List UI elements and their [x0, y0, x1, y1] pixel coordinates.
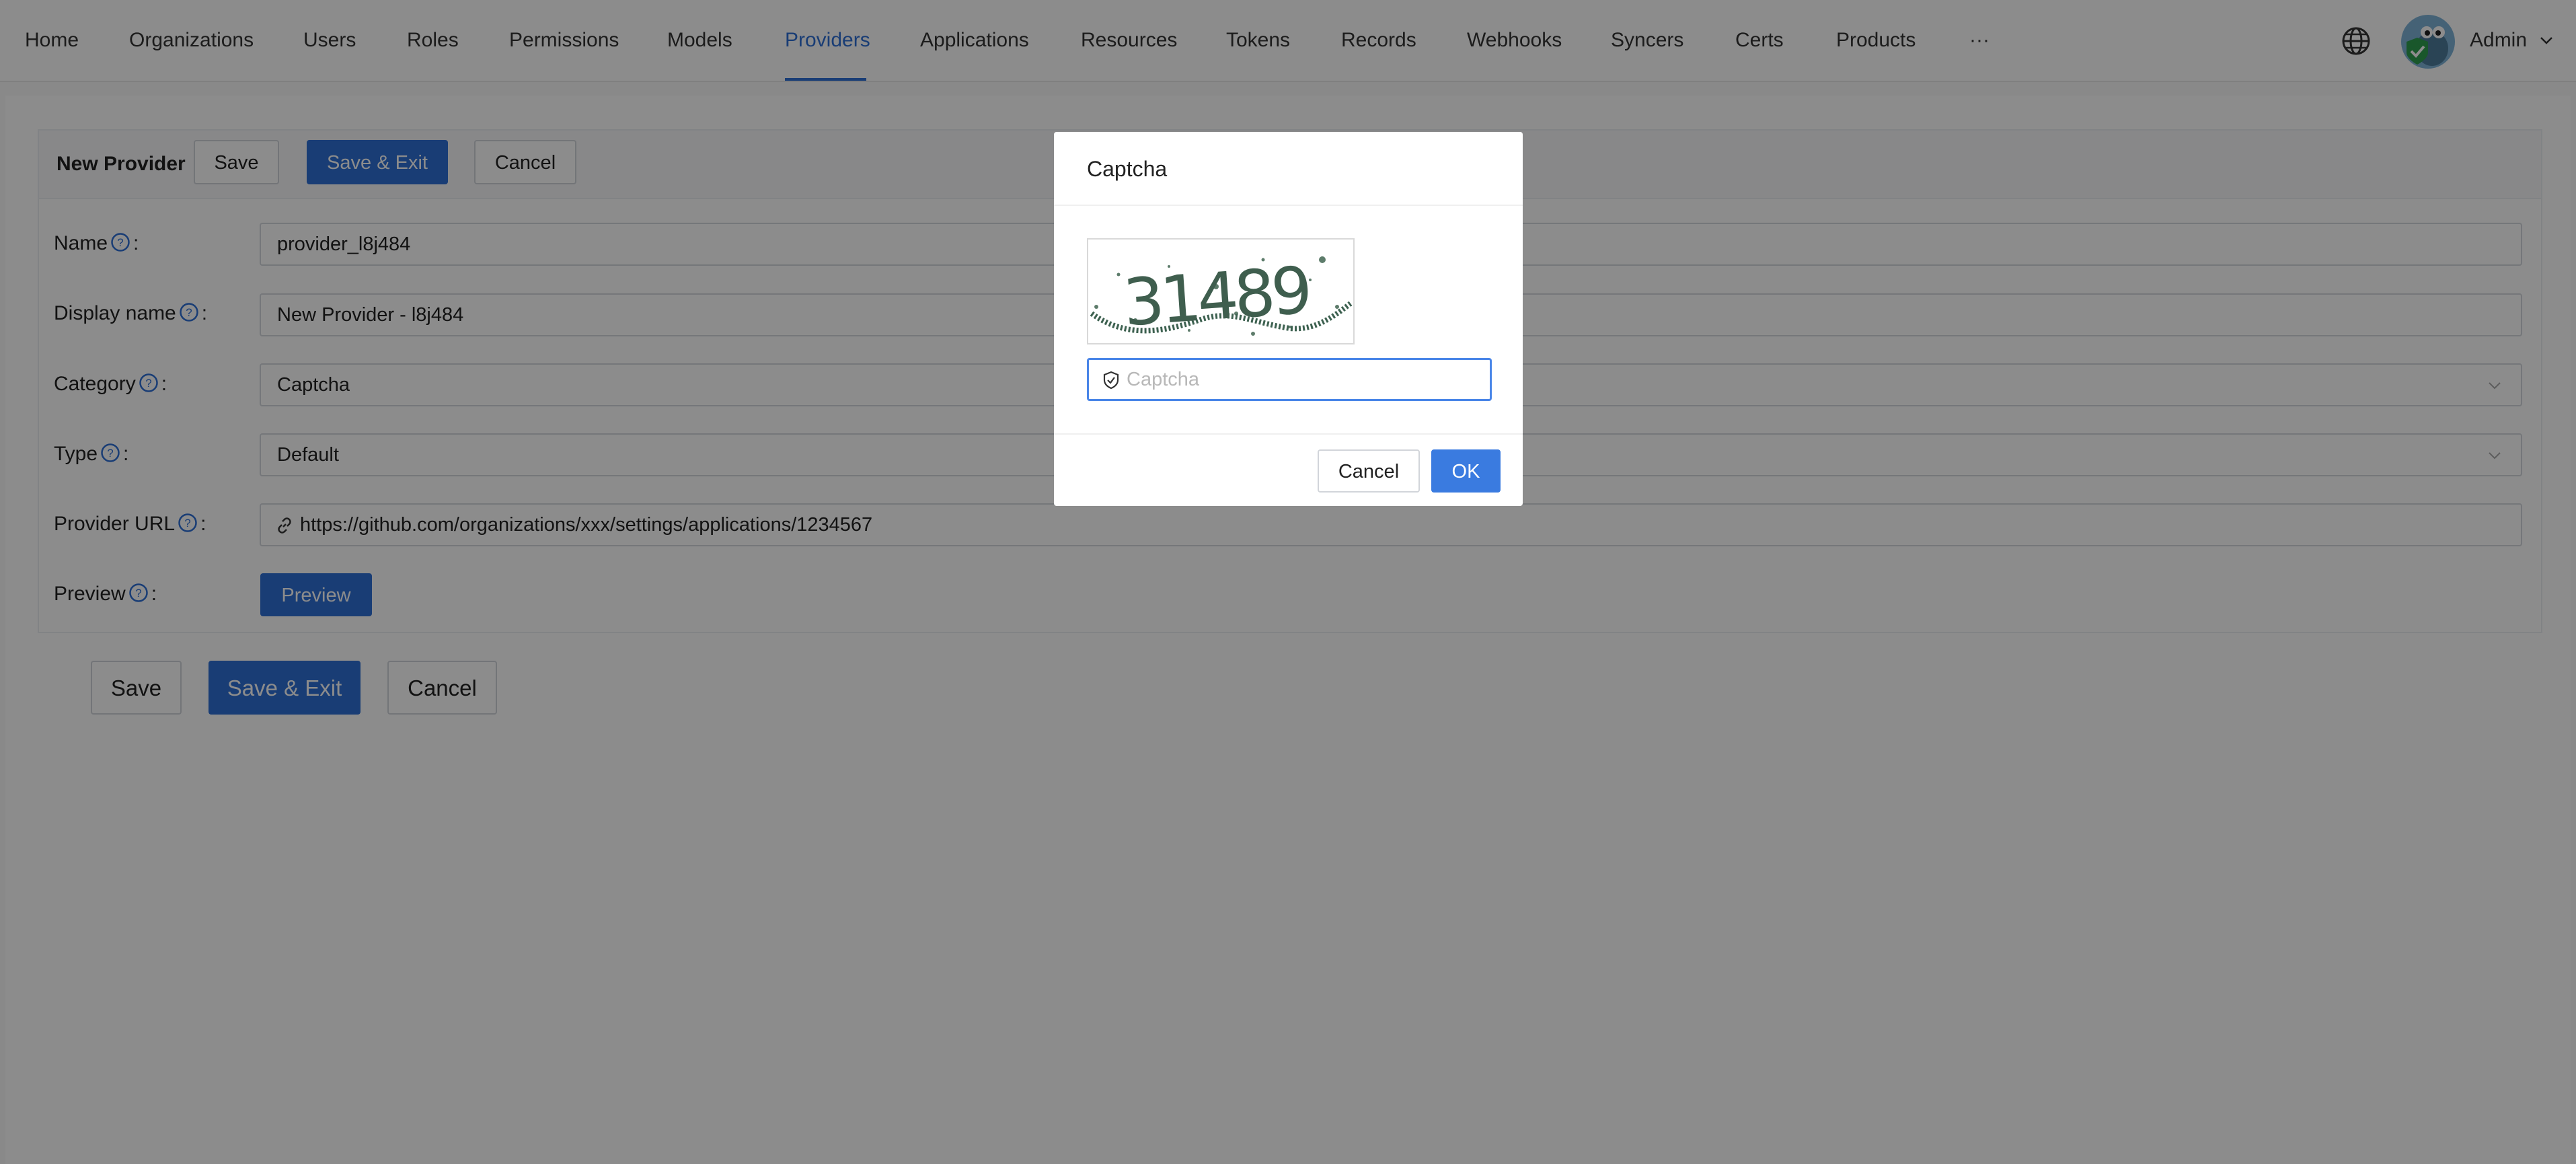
modal-footer-divider [1054, 433, 1523, 435]
safety-certificate-icon [1103, 371, 1119, 390]
modal-ok-button[interactable]: OK [1431, 449, 1501, 493]
modal-title: Captcha [1087, 157, 1168, 181]
modal-cancel-button[interactable]: Cancel [1318, 449, 1420, 493]
captcha-modal: Captcha 31489 Captcha Cancel OK [1054, 132, 1523, 506]
captcha-text: 31489 [1121, 253, 1311, 341]
captcha-input-placeholder: Captcha [1127, 369, 1200, 390]
captcha-image[interactable]: 31489 [1087, 238, 1355, 344]
captcha-input[interactable]: Captcha [1087, 358, 1492, 401]
modal-header-divider [1054, 205, 1523, 206]
captcha-image-graphic: 31489 [1090, 253, 1353, 341]
